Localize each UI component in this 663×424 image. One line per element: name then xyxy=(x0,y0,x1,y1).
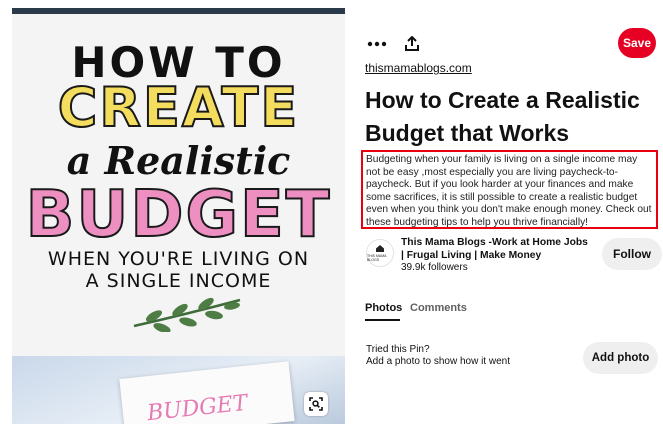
image-text-budget: BUDGET xyxy=(25,177,332,253)
source-link[interactable]: thismamablogs.com xyxy=(365,61,472,75)
avatar-text: THIS MAMA BLOGS xyxy=(367,254,387,262)
image-text-subtitle-2: A SINGLE INCOME xyxy=(85,270,272,292)
share-button[interactable] xyxy=(400,32,424,56)
leaf-sprig-icon xyxy=(133,297,241,332)
visual-search-icon xyxy=(309,397,323,411)
save-button[interactable]: Save xyxy=(618,28,656,58)
pin-title: How to Create a Realistic Budget that Wo… xyxy=(365,87,640,146)
pin-description: Budgeting when your family is living on … xyxy=(361,150,658,229)
tab-photos[interactable]: Photos xyxy=(365,302,402,314)
more-horizontal-icon xyxy=(367,41,387,47)
image-text-subtitle-1: WHEN YOU'RE LIVING ON xyxy=(47,248,310,270)
follow-button[interactable]: Follow xyxy=(602,238,662,270)
share-upload-icon xyxy=(405,36,419,51)
more-options-button[interactable] xyxy=(363,32,391,56)
image-text-create: CREATE xyxy=(57,75,300,140)
tab-comments[interactable]: Comments xyxy=(410,302,467,314)
creator-followers: 39.9k followers xyxy=(401,262,468,273)
image-text-a-realistic: a Realistic xyxy=(66,138,291,183)
image-top-strip xyxy=(12,8,345,14)
tried-pin-title: Tried this Pin? xyxy=(366,344,430,355)
tried-pin-subtitle: Add a photo to show how it went xyxy=(366,356,510,367)
add-photo-button[interactable]: Add photo xyxy=(583,342,658,374)
creator-name[interactable]: This Mama Blogs -Work at Home Jobs | Fru… xyxy=(401,236,591,262)
house-logo-icon xyxy=(376,245,384,252)
creator-avatar[interactable]: THIS MAMA BLOGS xyxy=(366,239,394,267)
pin-description-text: Budgeting when your family is living on … xyxy=(366,154,652,228)
pin-image[interactable]: HOW TO CREATE a Realistic BUDGET WHEN YO… xyxy=(12,8,345,424)
visual-search-button[interactable] xyxy=(304,392,328,416)
active-tab-indicator xyxy=(365,319,400,321)
